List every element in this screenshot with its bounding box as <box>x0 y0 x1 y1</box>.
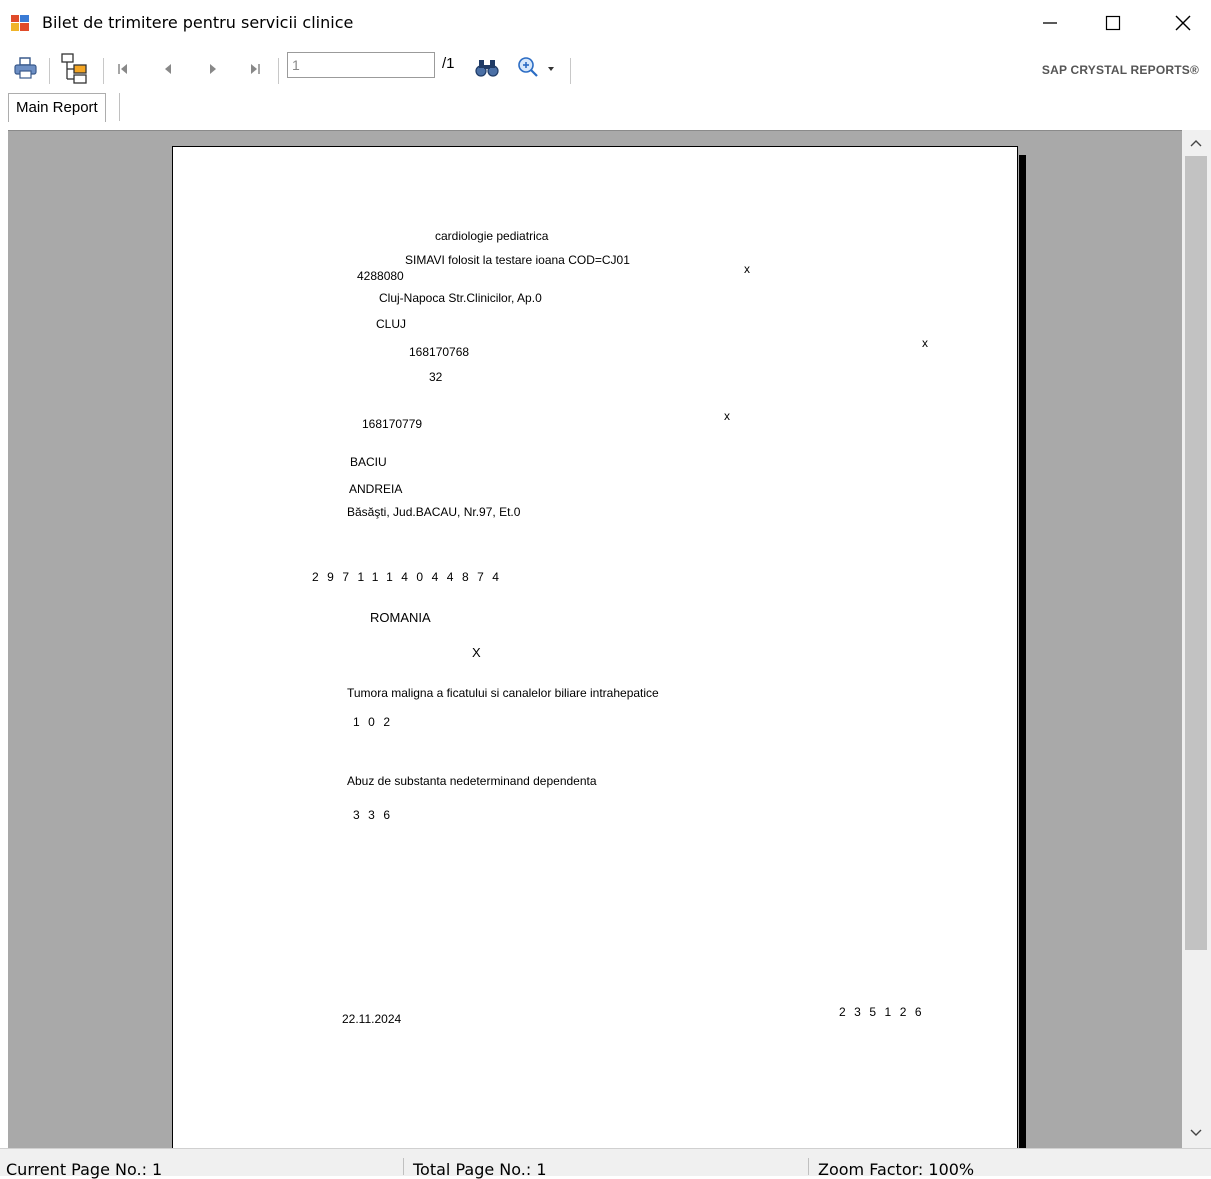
previous-page-icon <box>165 64 171 74</box>
close-icon <box>1175 15 1191 31</box>
title-bar: Bilet de trimitere pentru servicii clini… <box>0 0 1211 46</box>
minimize-button[interactable] <box>1027 0 1073 46</box>
patient-last-name: BACIU <box>350 455 387 469</box>
maximize-icon <box>1105 15 1121 31</box>
find-icon <box>475 60 499 77</box>
print-button[interactable] <box>12 54 40 82</box>
minimize-icon <box>1043 22 1057 24</box>
previous-page-button[interactable] <box>159 60 177 78</box>
current-page-status: Current Page No.: 1 <box>6 1160 163 1179</box>
maximize-button[interactable] <box>1090 0 1136 46</box>
checkbox-mark-2: x <box>922 336 928 350</box>
scroll-up-icon[interactable] <box>1190 138 1202 148</box>
doctor-stamp-code: 235126 <box>839 1005 931 1019</box>
diagnosis-1-code: 102 <box>353 715 399 729</box>
zoom-dropdown-button[interactable] <box>514 54 562 82</box>
find-button[interactable] <box>473 54 501 82</box>
last-page-button[interactable] <box>246 60 264 78</box>
zoom-factor-status: Zoom Factor: 100% <box>818 1160 975 1179</box>
unit-address-text: Cluj-Napoca Str.Clinicilor, Ap.0 <box>379 291 542 305</box>
doctor-code-text: 168170779 <box>362 417 423 431</box>
diagnosis-1-text: Tumora maligna a ficatului si canalelor … <box>347 686 659 700</box>
window-title: Bilet de trimitere pentru servicii clini… <box>42 13 354 32</box>
close-button[interactable] <box>1160 0 1206 46</box>
checkbox-mark-3: x <box>724 409 730 423</box>
page-total-label: /1 <box>442 55 455 72</box>
house-number-text: 32 <box>429 370 443 384</box>
issue-date-text: 22.11.2024 <box>342 1012 402 1026</box>
toggle-group-tree-button[interactable] <box>58 52 90 84</box>
checkbox-mark-4: X <box>472 645 481 660</box>
zoom-icon <box>518 57 554 77</box>
county-text: CLUJ <box>376 317 407 331</box>
brand-label: SAP CRYSTAL REPORTS® <box>1041 63 1199 77</box>
diagnosis-2-code: 336 <box>353 808 399 822</box>
scrollbar-thumb[interactable] <box>1185 156 1207 950</box>
diagnosis-2-text: Abuz de substanta nedeterminand dependen… <box>347 774 597 788</box>
patient-cnp: 2971114044874 <box>312 570 508 584</box>
next-page-icon <box>210 64 216 74</box>
next-page-button[interactable] <box>204 60 222 78</box>
status-bar <box>0 1148 1211 1176</box>
page-number-input[interactable] <box>287 52 435 78</box>
page-shadow <box>1019 155 1026 1155</box>
scroll-down-icon[interactable] <box>1190 1128 1202 1138</box>
total-page-status: Total Page No.: 1 <box>413 1160 547 1179</box>
contract-number-text: 168170768 <box>409 345 470 359</box>
app-icon <box>11 15 29 31</box>
unit-name-text: SIMAVI folosit la testare ioana COD=CJ01 <box>405 253 630 267</box>
group-tree-icon <box>61 53 87 84</box>
specialty-text: cardiologie pediatrica <box>435 229 549 243</box>
patient-address-text: Băsăşti, Jud.BACAU, Nr.97, Et.0 <box>347 505 521 519</box>
fiscal-code-text: 4288080 <box>357 269 404 283</box>
patient-first-name: ANDREIA <box>349 482 403 496</box>
country-text: ROMANIA <box>370 610 431 625</box>
first-page-icon <box>118 64 127 74</box>
tab-main-report[interactable]: Main Report <box>8 93 106 122</box>
report-toolbar <box>0 46 1211 92</box>
last-page-icon <box>251 64 260 74</box>
first-page-button[interactable] <box>114 60 132 78</box>
checkbox-mark-1: x <box>744 262 750 276</box>
print-icon <box>14 57 37 79</box>
